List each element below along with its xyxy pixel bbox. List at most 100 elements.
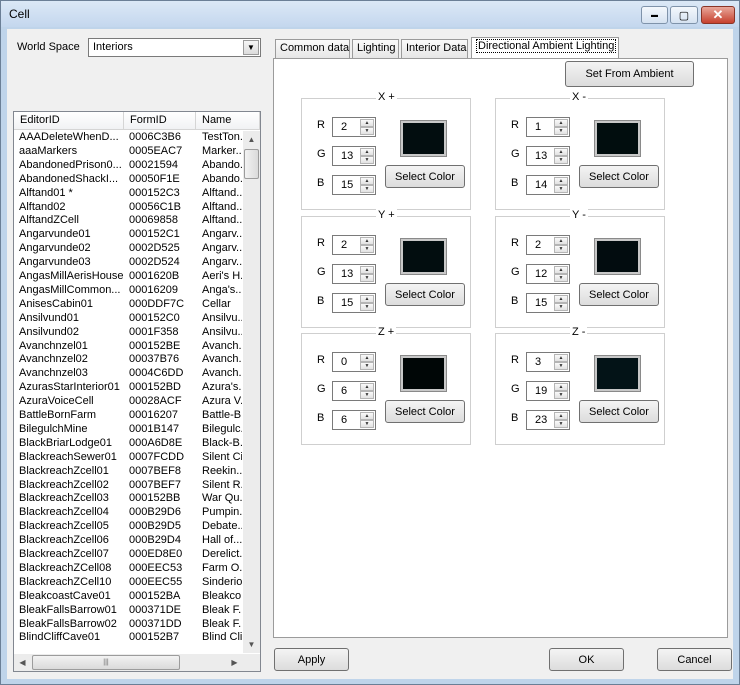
tab-common-data[interactable]: Common data [275,39,350,58]
select-color-button[interactable]: Select Color [579,283,659,306]
table-row[interactable]: Avanchnzel02 00037B76 Avanch... [14,353,243,367]
channel-value-r[interactable]: 0 [341,356,347,368]
table-row[interactable]: BleakFallsBarrow01 000371DE Bleak F... [14,604,243,618]
table-row[interactable]: Angarvunde03 0002D524 Angarv... [14,256,243,270]
column-header-editorid[interactable]: EditorID [14,112,124,130]
table-row[interactable]: BlackreachSewer01 0007FCDD Silent Ci... [14,451,243,465]
close-button[interactable]: ✕ [701,6,735,24]
ok-button[interactable]: OK [549,648,624,671]
table-row[interactable]: BilegulchMine 0001B147 Bilegulc... [14,423,243,437]
channel-spinner-g[interactable]: 19 ▲ ▼ [526,381,570,401]
channel-value-g[interactable]: 19 [535,385,547,397]
spin-down-icon[interactable]: ▼ [554,185,568,193]
scroll-up-icon[interactable]: ▲ [243,131,260,148]
spin-down-icon[interactable]: ▼ [360,362,374,370]
channel-spinner-g[interactable]: 13 ▲ ▼ [332,146,376,166]
table-row[interactable]: AngasMillCommon... 00016209 Anga's... [14,284,243,298]
tab-lighting[interactable]: Lighting [352,39,399,58]
spin-buttons[interactable]: ▲ ▼ [554,177,568,193]
spin-down-icon[interactable]: ▼ [554,303,568,311]
spin-down-icon[interactable]: ▼ [554,274,568,282]
select-color-button[interactable]: Select Color [385,400,465,423]
select-color-button[interactable]: Select Color [579,165,659,188]
spin-up-icon[interactable]: ▲ [360,177,374,185]
channel-spinner-b[interactable]: 15 ▲ ▼ [526,293,570,313]
channel-spinner-r[interactable]: 2 ▲ ▼ [332,235,376,255]
spin-down-icon[interactable]: ▼ [360,245,374,253]
spin-up-icon[interactable]: ▲ [360,295,374,303]
channel-value-r[interactable]: 2 [535,239,541,251]
spin-down-icon[interactable]: ▼ [554,245,568,253]
spin-down-icon[interactable]: ▼ [360,127,374,135]
spin-down-icon[interactable]: ▼ [554,362,568,370]
channel-value-g[interactable]: 13 [341,150,353,162]
channel-value-g[interactable]: 13 [535,150,547,162]
table-row[interactable]: Angarvunde01 000152C1 Angarv... [14,228,243,242]
maximize-button[interactable]: ▢ [670,6,698,24]
channel-value-r[interactable]: 3 [535,356,541,368]
channel-value-b[interactable]: 15 [341,179,353,191]
spin-up-icon[interactable]: ▲ [554,177,568,185]
channel-spinner-g[interactable]: 6 ▲ ▼ [332,381,376,401]
spin-down-icon[interactable]: ▼ [554,391,568,399]
channel-spinner-b[interactable]: 14 ▲ ▼ [526,175,570,195]
table-row[interactable]: BleakFallsBarrow02 000371DD Bleak F... [14,618,243,632]
table-row[interactable]: AzurasStarInterior01 000152BD Azura's... [14,381,243,395]
spin-buttons[interactable]: ▲ ▼ [554,383,568,399]
table-row[interactable]: AbandonedShackI... 00050F1E Abando... [14,173,243,187]
spin-down-icon[interactable]: ▼ [360,274,374,282]
channel-spinner-g[interactable]: 12 ▲ ▼ [526,264,570,284]
spin-up-icon[interactable]: ▲ [360,412,374,420]
spin-buttons[interactable]: ▲ ▼ [360,119,374,135]
spin-up-icon[interactable]: ▲ [360,383,374,391]
tab-interior-data[interactable]: Interior Data [401,39,468,58]
spin-up-icon[interactable]: ▲ [360,119,374,127]
table-row[interactable]: BlackreachZCell08 000EEC53 Farm O... [14,562,243,576]
table-row[interactable]: BattleBornFarm 00016207 Battle-B... [14,409,243,423]
spin-up-icon[interactable]: ▲ [554,148,568,156]
spin-buttons[interactable]: ▲ ▼ [360,354,374,370]
world-space-combo[interactable]: Interiors ▼ [88,38,261,57]
table-row[interactable]: AlftandZCell 00069858 Alftand... [14,214,243,228]
table-row[interactable]: Alftand02 00056C1B Alftand... [14,201,243,215]
spin-up-icon[interactable]: ▲ [554,295,568,303]
table-row[interactable]: AngasMillAerisHouse 0001620B Aeri's H... [14,270,243,284]
table-row[interactable]: AbandonedPrison0... 00021594 Abando... [14,159,243,173]
table-row[interactable]: BlackreachZcell02 0007BEF7 Silent R... [14,479,243,493]
channel-spinner-r[interactable]: 1 ▲ ▼ [526,117,570,137]
table-row[interactable]: AzuraVoiceCell 00028ACF Azura V... [14,395,243,409]
spin-buttons[interactable]: ▲ ▼ [554,237,568,253]
spin-buttons[interactable]: ▲ ▼ [554,354,568,370]
channel-value-r[interactable]: 2 [341,121,347,133]
spin-buttons[interactable]: ▲ ▼ [360,266,374,282]
table-row[interactable]: BlindCliffCave01 000152B7 Blind Cli... [14,631,243,645]
channel-spinner-b[interactable]: 6 ▲ ▼ [332,410,376,430]
channel-value-b[interactable]: 14 [535,179,547,191]
table-row[interactable]: BlackreachZcell06 000B29D4 Hall of... [14,534,243,548]
channel-value-b[interactable]: 15 [341,297,353,309]
spin-up-icon[interactable]: ▲ [554,266,568,274]
scroll-down-icon[interactable]: ▼ [243,636,260,653]
spin-down-icon[interactable]: ▼ [554,127,568,135]
table-row[interactable]: Ansilvund02 0001F358 Ansilvu... [14,326,243,340]
spin-buttons[interactable]: ▲ ▼ [360,148,374,164]
channel-spinner-g[interactable]: 13 ▲ ▼ [526,146,570,166]
table-row[interactable]: Ansilvund01 000152C0 Ansilvu... [14,312,243,326]
spin-buttons[interactable]: ▲ ▼ [360,177,374,193]
select-color-button[interactable]: Select Color [579,400,659,423]
spin-up-icon[interactable]: ▲ [554,354,568,362]
table-row[interactable]: Alftand01 * 000152C3 Alftand... [14,187,243,201]
table-row[interactable]: BlackBriarLodge01 000A6D8E Black-B... [14,437,243,451]
channel-value-g[interactable]: 13 [341,268,353,280]
channel-spinner-r[interactable]: 0 ▲ ▼ [332,352,376,372]
table-row[interactable]: aaaMarkers 0005EAC7 Marker... [14,145,243,159]
dropdown-arrow-icon[interactable]: ▼ [243,40,259,55]
spin-buttons[interactable]: ▲ ▼ [360,295,374,311]
cancel-button[interactable]: Cancel [657,648,732,671]
spin-down-icon[interactable]: ▼ [360,420,374,428]
channel-spinner-b[interactable]: 23 ▲ ▼ [526,410,570,430]
hscroll-thumb[interactable]: ||| [32,655,180,670]
select-color-button[interactable]: Select Color [385,165,465,188]
spin-buttons[interactable]: ▲ ▼ [360,412,374,428]
spin-buttons[interactable]: ▲ ▼ [554,119,568,135]
